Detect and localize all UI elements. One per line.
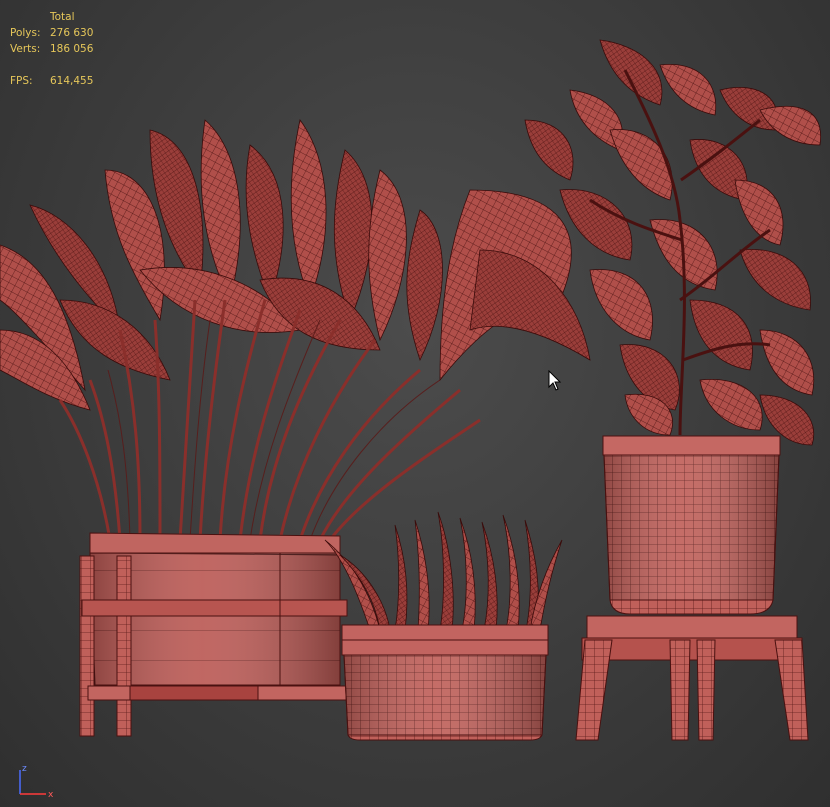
snake-plant-pot: [341, 624, 549, 741]
gizmo-z-label: z: [22, 764, 27, 774]
left-planter: [79, 532, 349, 737]
right-stand: [575, 615, 809, 741]
right-pot: [602, 435, 781, 615]
mouse-pointer-icon: [548, 370, 562, 391]
plant-scene: [0, 39, 822, 741]
left-plant-foliage: [0, 119, 591, 411]
3d-viewport[interactable]: Total Polys: 276 630 Verts: 186 056 FPS:…: [0, 0, 830, 807]
axis-gizmo-icon: z x: [19, 764, 54, 800]
snake-plant: [324, 511, 563, 631]
gizmo-x-label: x: [48, 790, 54, 800]
